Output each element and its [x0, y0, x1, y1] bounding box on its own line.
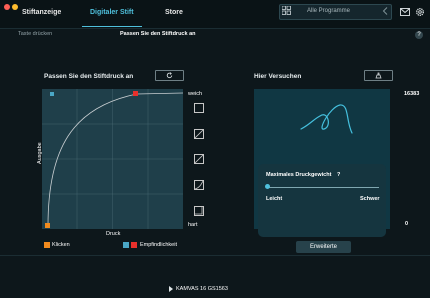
- popup-help-icon[interactable]: ?: [337, 172, 340, 178]
- pressure-preset-5[interactable]: [194, 206, 204, 216]
- try-panel-title: Hier Versuchen: [254, 73, 302, 80]
- triangle-right-icon[interactable]: [169, 286, 173, 292]
- chevron-left-icon[interactable]: [382, 7, 388, 15]
- hart-label: hart: [188, 222, 198, 228]
- tab-stiftanzeige[interactable]: Stiftanzeige: [22, 9, 61, 16]
- gear-icon[interactable]: [415, 7, 425, 17]
- pressure-preset-1[interactable]: [194, 103, 204, 113]
- close-window-button[interactable]: [4, 4, 10, 10]
- header-divider: [0, 28, 430, 29]
- advanced-button[interactable]: Erweiterte: [296, 241, 351, 253]
- popup-title: Maximales Druckgewicht: [266, 172, 332, 178]
- mail-icon[interactable]: [400, 8, 410, 16]
- pressure-preset-4[interactable]: [194, 180, 204, 190]
- pressure-preset-2[interactable]: [194, 129, 204, 139]
- slider-right-label: Schwer: [360, 196, 380, 202]
- legend-curve-swatch: [123, 242, 129, 248]
- tab-digitaler-stift[interactable]: Digitaler Stift: [90, 9, 134, 16]
- max-pressure-slider-track[interactable]: [269, 187, 379, 188]
- reset-button[interactable]: [155, 70, 184, 81]
- slider-left-label: Leicht: [266, 196, 283, 202]
- help-button[interactable]: ?: [415, 31, 423, 39]
- tab-store[interactable]: Store: [165, 9, 183, 16]
- weich-label: weich: [188, 91, 203, 97]
- max-pressure-slider-knob[interactable]: [265, 184, 270, 189]
- program-selector-label: Alle Programme: [307, 8, 351, 14]
- legend-click-label: Klicken: [52, 242, 70, 248]
- curve-top-left-handle[interactable]: [50, 92, 54, 96]
- device-name[interactable]: KAMVAS 16 GS1563: [176, 286, 228, 292]
- pressure-level-bar: [390, 89, 398, 229]
- footer-divider: [0, 255, 430, 256]
- legend-click-swatch: [44, 242, 50, 248]
- pressure-curve[interactable]: [42, 89, 183, 229]
- pressure-max-value: 16383: [404, 91, 420, 97]
- button-key-label[interactable]: Taste drücken: [18, 31, 52, 37]
- click-handle[interactable]: [45, 223, 50, 228]
- legend-sensitivity-swatch: [131, 242, 137, 248]
- x-axis-label: Druck: [106, 231, 121, 237]
- brush-icon: [375, 72, 382, 79]
- pressure-panel-title: Passen Sie den Stiftdruck an: [44, 73, 134, 80]
- grid-icon[interactable]: [282, 6, 291, 15]
- active-tab-indicator: [82, 26, 142, 27]
- pressure-preset-3[interactable]: [194, 154, 204, 164]
- clear-button[interactable]: [364, 70, 393, 81]
- legend-sensitivity-label: Empfindlichkeit: [140, 242, 177, 248]
- reset-icon: [166, 72, 173, 79]
- adjust-pressure-link[interactable]: Passen Sie den Stiftdruck an: [120, 31, 196, 37]
- minimize-window-button[interactable]: [12, 4, 18, 10]
- pressure-min-value: 0: [405, 221, 409, 227]
- y-axis-label: Ausgabe: [37, 142, 43, 164]
- sensitivity-handle[interactable]: [133, 91, 138, 96]
